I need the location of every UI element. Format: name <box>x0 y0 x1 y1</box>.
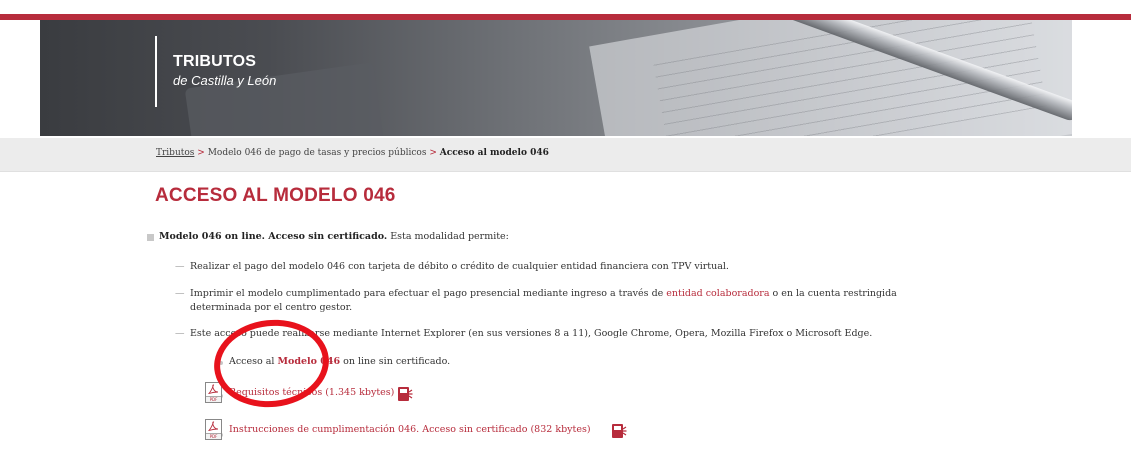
pdf-icon-label: PDF <box>206 396 221 402</box>
breadcrumb-separator: > <box>197 148 205 158</box>
sub-item-access-after: on line sin certificado. <box>340 356 451 367</box>
instrucciones-link[interactable]: Instrucciones de cumplimentación 046. Ac… <box>229 424 591 435</box>
dash-item-2-before: Imprimir el modelo cumplimentado para ef… <box>190 288 667 299</box>
dash-bullet: — <box>175 261 185 272</box>
dash-bullet: — <box>175 288 185 299</box>
breadcrumb-link-tributos[interactable]: Tributos <box>156 148 194 158</box>
speaker-icon[interactable] <box>398 387 413 401</box>
speaker-icon[interactable] <box>612 424 627 438</box>
square-bullet <box>147 234 154 241</box>
dash-bullet: — <box>175 328 185 339</box>
breadcrumb-current: Acceso al modelo 046 <box>439 148 549 158</box>
intro-bold: Modelo 046 on line. Acceso sin certifica… <box>159 231 388 242</box>
breadcrumb-bar: Tributos > Modelo 046 de pago de tasas y… <box>0 138 1131 172</box>
dash-item-2: Imprimir el modelo cumplimentado para ef… <box>190 288 897 299</box>
intro-text: Modelo 046 on line. Acceso sin certifica… <box>159 231 509 242</box>
breadcrumb-link-modelo-046[interactable]: Modelo 046 de pago de tasas y precios pú… <box>208 148 427 158</box>
breadcrumb: Tributos > Modelo 046 de pago de tasas y… <box>156 148 549 158</box>
pdf-icon-label: PDF <box>206 433 221 439</box>
sub-item-instrucciones: Instrucciones de cumplimentación 046. Ac… <box>229 424 591 435</box>
pdf-icon[interactable]: PDF <box>205 419 222 440</box>
intro-rest: Esta modalidad permite: <box>387 231 509 242</box>
logo-divider <box>155 36 157 107</box>
dash-item-1: Realizar el pago del modelo 046 con tarj… <box>190 261 729 272</box>
header-banner: TRIBUTOS de Castilla y León <box>40 20 1072 136</box>
breadcrumb-separator: > <box>429 148 437 158</box>
dash-item-2-line2: determinada por el centro gestor. <box>190 302 353 313</box>
site-logo-title[interactable]: TRIBUTOS <box>173 53 256 71</box>
dash-item-2-after: o en la cuenta restringida <box>769 288 897 299</box>
page-title: ACCESO AL MODELO 046 <box>155 185 396 206</box>
entidad-colaboradora-link[interactable]: entidad colaboradora <box>666 288 769 299</box>
site-logo-subtitle[interactable]: de Castilla y León <box>173 73 276 88</box>
